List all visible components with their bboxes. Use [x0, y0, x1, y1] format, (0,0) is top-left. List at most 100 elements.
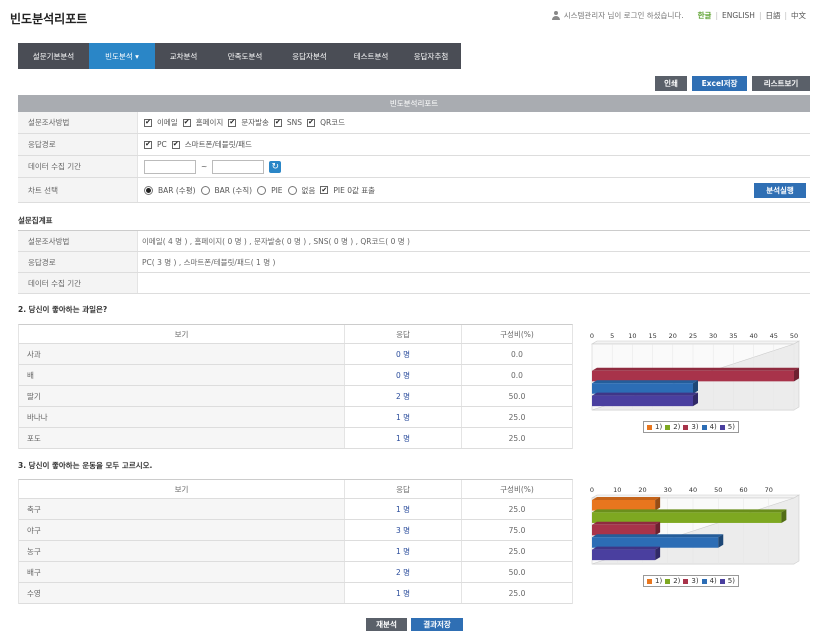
refresh-icon[interactable]: ↻ [269, 160, 282, 173]
nav-basic-analysis[interactable]: 설문기본분석 [18, 43, 89, 69]
save-result-button[interactable]: 결과저장 [411, 618, 463, 631]
legend-label: 1) [655, 423, 663, 431]
row-count-link[interactable]: 1 명 [345, 583, 462, 603]
row-count-link[interactable]: 2 명 [345, 562, 462, 582]
row-count-link[interactable]: 1 명 [345, 428, 462, 448]
nav-test-analysis[interactable]: 테스트분석 [341, 43, 401, 69]
period-start-input[interactable] [144, 159, 196, 174]
bar-chart: 0 10 20 30 40 50 60 70 [590, 486, 801, 565]
legend-label: 5) [727, 423, 735, 431]
nav-respondent-analysis[interactable]: 응답자분석 [278, 43, 341, 69]
table-row: 딸기 2 명 50.0 [19, 386, 572, 407]
row-count-link[interactable]: 3 명 [345, 520, 462, 540]
tick-label: 15 [648, 332, 656, 340]
legend-label: 1) [655, 577, 663, 585]
list-view-button[interactable]: 리스트보기 [752, 76, 810, 91]
tick-label: 0 [590, 486, 594, 494]
row-option: 수영 [19, 583, 345, 603]
bar-top [592, 546, 661, 550]
bar-top [592, 380, 698, 384]
row-count-link[interactable]: 0 명 [345, 365, 462, 385]
tick-label: 5 [610, 332, 614, 340]
row-ratio: 25.0 [508, 588, 526, 598]
chart-top-plane [590, 340, 801, 345]
nav-cross-analysis[interactable]: 교차분석 [155, 43, 212, 69]
bar [592, 383, 693, 394]
pie-zero-label: PIE 0값 표출 [333, 185, 376, 195]
table-row: 축구 1 명 25.0 [19, 499, 572, 520]
method-email-checkbox[interactable]: ✔ [144, 118, 152, 127]
lang-chinese[interactable]: 中文 [791, 10, 806, 21]
method-email-label: 이메일 [157, 118, 178, 127]
radio-none[interactable] [287, 185, 297, 195]
legend-swatch [647, 424, 652, 430]
lang-japanese[interactable]: 日語 [765, 10, 780, 21]
nav-respondent-draw[interactable]: 응답자추첨 [401, 43, 461, 69]
col-response: 응답 [345, 325, 462, 343]
pie-zero-checkbox[interactable]: ✔ [320, 186, 329, 194]
route-mobile-checkbox[interactable]: ✔ [171, 140, 180, 149]
run-analysis-button[interactable]: 분석실행 [754, 183, 806, 198]
tick-label: 30 [664, 486, 672, 494]
bar [592, 512, 782, 523]
tick-label: 45 [770, 332, 778, 340]
legend-swatch [683, 578, 689, 584]
row-count-link[interactable]: 0 명 [345, 344, 462, 364]
row-option: 바나나 [19, 407, 345, 427]
chart-select-label: 차트 선택 [18, 178, 138, 202]
report-form-title: 빈도분석리포트 [18, 95, 810, 112]
period-inputs: ~ ↻ [138, 156, 810, 177]
route-pc-checkbox[interactable]: ✔ [144, 140, 152, 149]
bar [592, 370, 794, 382]
bar-top [592, 392, 698, 396]
table-row: 바나나 1 명 25.0 [19, 407, 572, 428]
row-count-link[interactable]: 1 명 [345, 407, 462, 427]
radio-pie-label: PIE [271, 185, 283, 195]
tick-label: 25 [689, 332, 697, 340]
tick-label: 20 [638, 486, 646, 494]
bar [592, 524, 656, 536]
table-row: 야구 3 명 75.0 [19, 520, 572, 541]
reanalyze-button[interactable]: 재분석 [366, 618, 407, 631]
row-option: 사과 [19, 344, 345, 364]
report-form: 설문조사방법 ✔ 이메일 ✔ 홈페이지 ✔ 문자발송 ✔ SNS ✔ QR코드 응답경로 … [18, 112, 810, 203]
excel-save-button[interactable]: Excel저장 [692, 76, 747, 91]
tick-label: 10 [613, 486, 621, 494]
row-count-link[interactable]: 2 명 [345, 386, 462, 406]
bar [592, 549, 656, 561]
lang-korean[interactable]: 한글 [698, 10, 712, 21]
legend-swatch [647, 578, 652, 584]
row-option: 포도 [19, 428, 345, 448]
row-option: 딸기 [19, 386, 345, 406]
print-button[interactable]: 인쇄 [655, 76, 687, 91]
method-sms-checkbox[interactable]: ✔ [228, 118, 237, 127]
tick-label: 40 [689, 486, 697, 494]
tick-label: 10 [628, 332, 636, 340]
legend-swatch [701, 424, 707, 430]
radio-pie[interactable] [257, 185, 267, 195]
summary-row: 데이터 수집 기간 [18, 273, 810, 294]
chart-select-row: 차트 선택 BAR (수평) BAR (수직) PIE 없음 ✔ PIE 0값 표… [18, 178, 810, 203]
nav-satisfaction-analysis[interactable]: 만족도분석 [212, 43, 278, 69]
row-count-link[interactable]: 1 명 [345, 499, 462, 519]
method-homepage-checkbox[interactable]: ✔ [182, 118, 191, 127]
legend-label: 3) [691, 423, 699, 431]
lang-english[interactable]: ENGLISH [722, 11, 755, 20]
row-count-link[interactable]: 1 명 [345, 541, 462, 561]
tick-label: 35 [729, 332, 737, 340]
row-option: 배구 [19, 562, 345, 582]
legend-swatch [701, 578, 707, 584]
method-qr-checkbox[interactable]: ✔ [307, 118, 316, 127]
row-ratio: 50.0 [508, 391, 526, 401]
radio-bar-vertical[interactable] [200, 185, 210, 195]
period-label: 데이터 수집 기간 [18, 156, 138, 177]
bar-top [592, 521, 661, 525]
radio-bar-horizontal[interactable] [144, 185, 153, 195]
legend-label: 2) [673, 423, 681, 431]
legend-swatch [719, 424, 725, 430]
period-end-input[interactable] [212, 159, 265, 174]
method-sns-label: SNS [286, 118, 303, 127]
question-table: 보기 응답 구성비(%) 축구 1 명 25.0 야구 3 명 75.0 농구 … [18, 479, 573, 604]
method-sns-checkbox[interactable]: ✔ [273, 118, 282, 127]
nav-frequency-analysis[interactable]: 빈도분석 ▾ [89, 43, 155, 69]
